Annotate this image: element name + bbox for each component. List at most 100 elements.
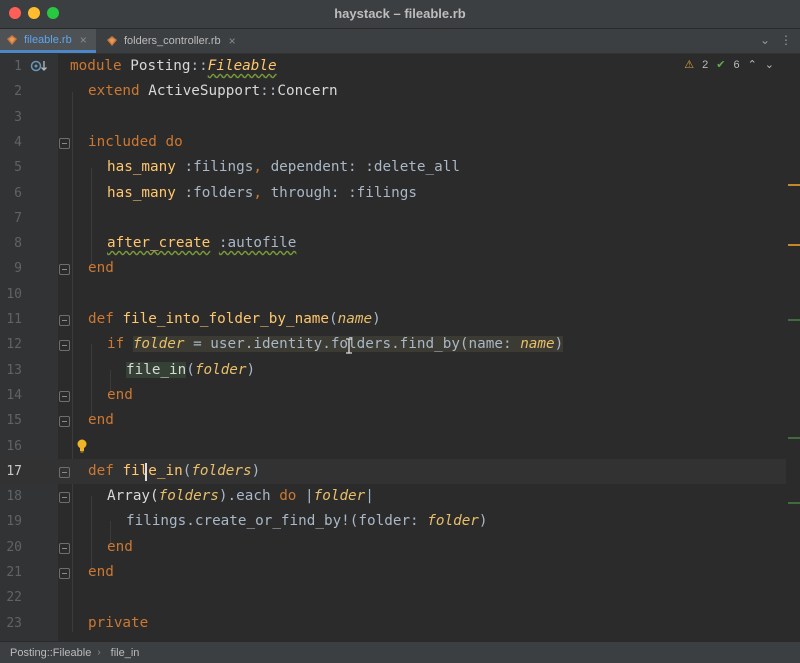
code-text: end bbox=[88, 560, 114, 585]
line-number: 23 bbox=[6, 615, 22, 631]
line-number: 6 bbox=[14, 185, 22, 201]
code-line: 23 private bbox=[0, 611, 786, 636]
keyword: do bbox=[165, 133, 183, 150]
info-stripe-mark[interactable] bbox=[788, 319, 800, 321]
scope-operator: :: bbox=[190, 58, 208, 74]
fold-marker[interactable] bbox=[59, 492, 70, 504]
lightbulb-icon[interactable] bbox=[76, 439, 88, 453]
method-name: file_in bbox=[122, 462, 183, 479]
line-number: 8 bbox=[14, 236, 22, 252]
tab-list-chevron-icon[interactable]: ⌄ bbox=[760, 33, 770, 47]
keyword: included bbox=[88, 133, 157, 150]
keyword: end bbox=[107, 386, 133, 403]
code-line: 9 end bbox=[0, 256, 786, 281]
info-stripe-mark[interactable] bbox=[788, 502, 800, 504]
paren: ) bbox=[372, 311, 381, 327]
fold-marker[interactable] bbox=[59, 264, 70, 276]
local-variable: folder bbox=[194, 361, 247, 378]
keyword: end bbox=[88, 412, 114, 429]
code-line: 6 has_many :folders, through: :filings bbox=[0, 181, 786, 206]
constant: Concern bbox=[277, 83, 338, 100]
code-line: 10 bbox=[0, 282, 786, 307]
line-number: 15 bbox=[6, 413, 22, 429]
line-number: 17 bbox=[6, 463, 22, 479]
breadcrumb-item-method[interactable]: file_in bbox=[101, 647, 146, 659]
symbol: :filings bbox=[348, 184, 417, 201]
code-text: extend ActiveSupport::Concern bbox=[88, 79, 338, 104]
code-line: 14 end bbox=[0, 383, 786, 408]
warning-stripe-mark[interactable] bbox=[788, 244, 800, 246]
code-line: 19 filings.create_or_find_by!(folder: fo… bbox=[0, 509, 786, 534]
code-text: def file_into_folder_by_name(name) bbox=[88, 307, 381, 332]
block-variable: folder bbox=[313, 488, 366, 505]
breadcrumb: Posting::Fileable › file_in bbox=[0, 641, 800, 663]
info-stripe-mark[interactable] bbox=[788, 437, 800, 439]
symbol: :filings bbox=[184, 159, 254, 176]
breadcrumb-item-module[interactable]: Posting::Fileable bbox=[0, 647, 97, 659]
code-line-current: 17 def file_in(folders) bbox=[0, 458, 786, 485]
comma: , bbox=[253, 184, 262, 201]
caret bbox=[145, 462, 147, 481]
line-number: 3 bbox=[14, 109, 22, 125]
warning-stripe-mark[interactable] bbox=[788, 184, 800, 186]
hash-key: through: bbox=[270, 184, 340, 201]
code-text: has_many :filings, dependent: :delete_al… bbox=[107, 155, 460, 180]
code-line: 8 after_create :autofile bbox=[0, 231, 786, 256]
implemented-gutter-icon[interactable] bbox=[30, 59, 48, 73]
tab-label: fileable.rb bbox=[24, 33, 72, 46]
code-editor[interactable]: ⚠ 2 ✔ 6 ⌃ ⌄ 1 module Posting::Fileable 2… bbox=[0, 54, 800, 641]
more-options-icon[interactable]: ⋮ bbox=[780, 33, 792, 47]
line-number: 1 bbox=[14, 59, 22, 74]
close-tab-icon[interactable]: × bbox=[229, 34, 236, 48]
tab-folders-controller-rb[interactable]: folders_controller.rb × bbox=[100, 29, 245, 53]
method-call: after_create bbox=[107, 235, 211, 252]
comma: , bbox=[253, 159, 262, 176]
window-title: haystack – fileable.rb bbox=[334, 6, 466, 21]
line-number: 19 bbox=[6, 514, 22, 530]
code-line: 12 if folder = user.identity.folders.fin… bbox=[0, 332, 786, 357]
hash-key: dependent: bbox=[270, 159, 357, 176]
block-pipe: | bbox=[305, 488, 314, 505]
method-call: file_in bbox=[126, 361, 187, 378]
code-line: 1 module Posting::Fileable bbox=[0, 54, 786, 79]
fold-marker[interactable] bbox=[59, 315, 70, 326]
tab-fileable-rb[interactable]: fileable.rb × bbox=[0, 29, 96, 53]
code-line: 7 bbox=[0, 206, 786, 231]
code-line: 11 def file_into_folder_by_name(name) bbox=[0, 307, 786, 332]
fold-marker[interactable] bbox=[59, 137, 70, 149]
method-call: has_many bbox=[107, 159, 176, 176]
code-text: Array(folders).each do |folder| bbox=[107, 484, 374, 509]
fold-marker[interactable] bbox=[59, 466, 70, 478]
title-bar: haystack – fileable.rb bbox=[0, 0, 800, 29]
code-line: 5 has_many :filings, dependent: :delete_… bbox=[0, 155, 786, 180]
code-text: def file_in(folders) bbox=[88, 459, 260, 484]
line-number: 2 bbox=[14, 84, 22, 100]
block-pipe: | bbox=[365, 488, 374, 505]
fold-marker[interactable] bbox=[59, 390, 70, 402]
keyword: def bbox=[88, 311, 114, 327]
code-text: after_create :autofile bbox=[107, 231, 296, 256]
text-cursor-icon bbox=[346, 338, 352, 354]
code-text: included do bbox=[88, 130, 183, 155]
code-text: if folder = user.identity.folders.find_b… bbox=[107, 332, 564, 357]
method-call: Array( bbox=[107, 488, 159, 505]
line-number: 13 bbox=[6, 362, 22, 378]
fold-marker[interactable] bbox=[59, 416, 70, 428]
fold-marker[interactable] bbox=[59, 568, 70, 579]
symbol: :delete_all bbox=[365, 159, 460, 176]
symbol: :folders bbox=[184, 184, 254, 201]
fold-marker[interactable] bbox=[59, 542, 70, 554]
paren: ) bbox=[554, 336, 564, 353]
line-number: 21 bbox=[6, 565, 22, 580]
line-number: 9 bbox=[14, 261, 22, 277]
line-number: 22 bbox=[6, 590, 22, 606]
code-text: has_many :folders, through: :filings bbox=[107, 181, 417, 206]
keyword: extend bbox=[88, 83, 140, 100]
parameter: folders bbox=[158, 488, 219, 505]
fold-marker[interactable] bbox=[59, 340, 70, 352]
paren: ) bbox=[251, 462, 261, 479]
line-number: 4 bbox=[14, 134, 22, 150]
ide-window: haystack – fileable.rb fileable.rb × fol… bbox=[0, 0, 800, 663]
code-text: end bbox=[88, 256, 114, 281]
close-tab-icon[interactable]: × bbox=[80, 33, 87, 47]
